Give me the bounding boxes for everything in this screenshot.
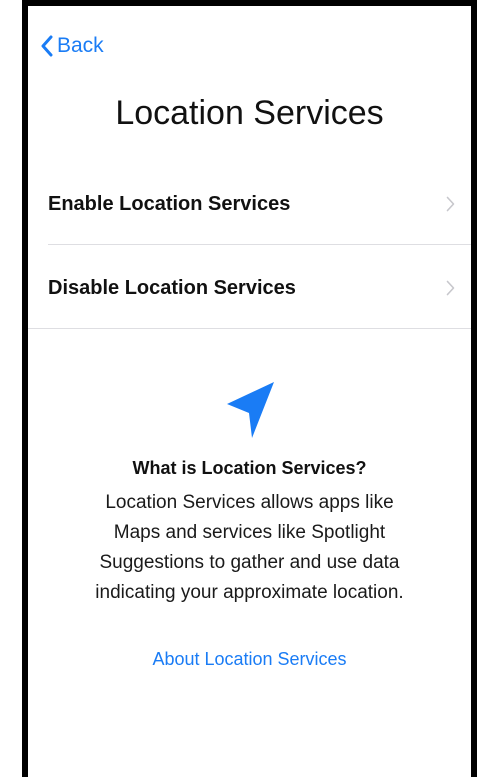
back-button[interactable]: Back: [40, 34, 104, 58]
disable-location-services-label: Disable Location Services: [48, 276, 296, 299]
info-line: indicating your approximate location.: [95, 582, 404, 603]
row-separator: [28, 328, 471, 329]
row-separator: [48, 244, 471, 245]
info-line: Maps and services like Spotlight: [113, 522, 386, 543]
phone-screen: Back Location Services Enable Location S…: [22, 0, 477, 777]
back-label: Back: [57, 34, 104, 57]
chevron-right-icon: [446, 196, 455, 212]
chevron-right-icon: [446, 280, 455, 296]
location-arrow-icon: [227, 382, 274, 438]
about-location-services-link[interactable]: About Location Services: [28, 649, 471, 670]
info-line: Suggestions to gather and use data: [99, 552, 400, 573]
info-description: Location Services allows apps like Maps …: [28, 488, 471, 608]
info-line: Location Services allows apps like: [105, 492, 394, 513]
page-title: Location Services: [115, 94, 384, 132]
chevron-left-icon: [41, 35, 53, 57]
enable-location-services-label: Enable Location Services: [48, 192, 291, 215]
enable-location-services-row[interactable]: Enable Location Services: [48, 162, 471, 246]
info-heading: What is Location Services?: [132, 458, 367, 478]
disable-location-services-row[interactable]: Disable Location Services: [48, 246, 471, 330]
